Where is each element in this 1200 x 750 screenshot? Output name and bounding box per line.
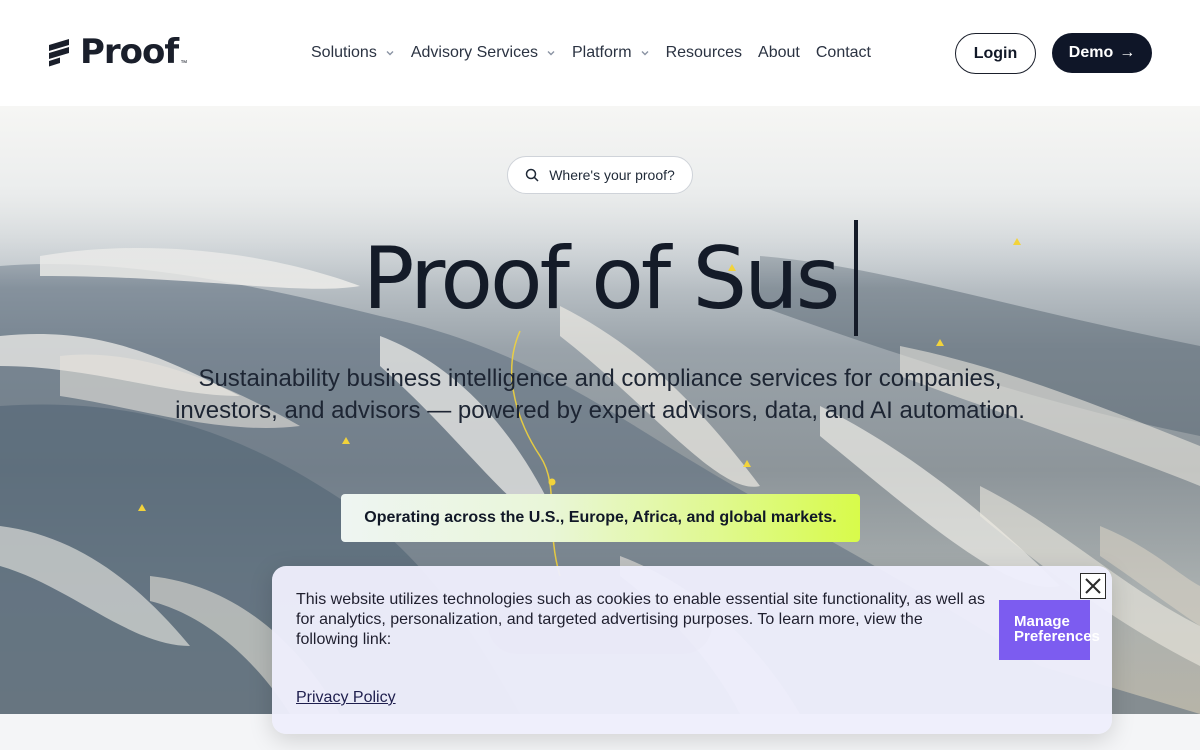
nav-item-label: Platform	[571, 44, 632, 61]
nav-item-platform[interactable]: Platform	[572, 44, 650, 62]
nav-item-label: Advisory Services	[410, 44, 538, 61]
manage-preferences-button[interactable]: Manage Preferences	[999, 600, 1100, 660]
cookie-consent-banner: This website utilizes technologies such …	[272, 566, 1112, 734]
site-header: Proof ™ Solutions Advisory Services Platfo…	[0, 0, 1200, 106]
proof-logo[interactable]: Proof ™	[48, 32, 187, 72]
nav-item-about[interactable]: About	[758, 44, 800, 62]
nav-item-label: Resources	[665, 44, 743, 61]
demo-button[interactable]: Demo →	[1052, 33, 1152, 73]
login-button[interactable]: Login	[955, 33, 1036, 74]
nav-item-label: About	[758, 44, 800, 61]
wheres-your-proof-button[interactable]: Where's your proof?	[507, 156, 693, 194]
hero-subtitle: Sustainability business intelligence and…	[175, 365, 1025, 424]
logo-text: Proof	[80, 32, 179, 72]
nav-item-solutions[interactable]: Solutions	[311, 44, 395, 62]
proof-logo-icon	[49, 39, 69, 67]
arrow-right-icon: →	[1119, 44, 1136, 61]
nav-item-label: Solutions	[311, 44, 377, 61]
close-cookie-banner-button[interactable]	[1080, 573, 1106, 599]
nav-item-advisory-services[interactable]: Advisory Services	[411, 44, 556, 62]
nav-item-label: Contact	[815, 44, 871, 61]
cookie-notice-text: This website utilizes technologies such …	[296, 591, 985, 648]
close-icon	[1085, 578, 1101, 594]
nav-item-contact[interactable]: Contact	[816, 44, 871, 62]
nav-item-resources[interactable]: Resources	[666, 44, 742, 62]
chevron-down-icon	[386, 51, 394, 56]
markets-banner: Operating across the U.S., Europe, Afric…	[341, 494, 860, 542]
chevron-down-icon	[547, 51, 555, 56]
demo-button-label: Demo	[1068, 44, 1114, 61]
search-pill-label: Where's your proof?	[549, 167, 675, 183]
logo-trademark: ™	[180, 59, 188, 67]
search-icon	[525, 168, 539, 182]
privacy-policy-link[interactable]: Privacy Policy	[296, 689, 396, 707]
chevron-down-icon	[641, 51, 649, 56]
main-navigation: Solutions Advisory Services Platform Resour…	[311, 40, 887, 66]
typing-caret	[854, 220, 858, 336]
hero-title: Proof of Sus	[362, 229, 841, 329]
